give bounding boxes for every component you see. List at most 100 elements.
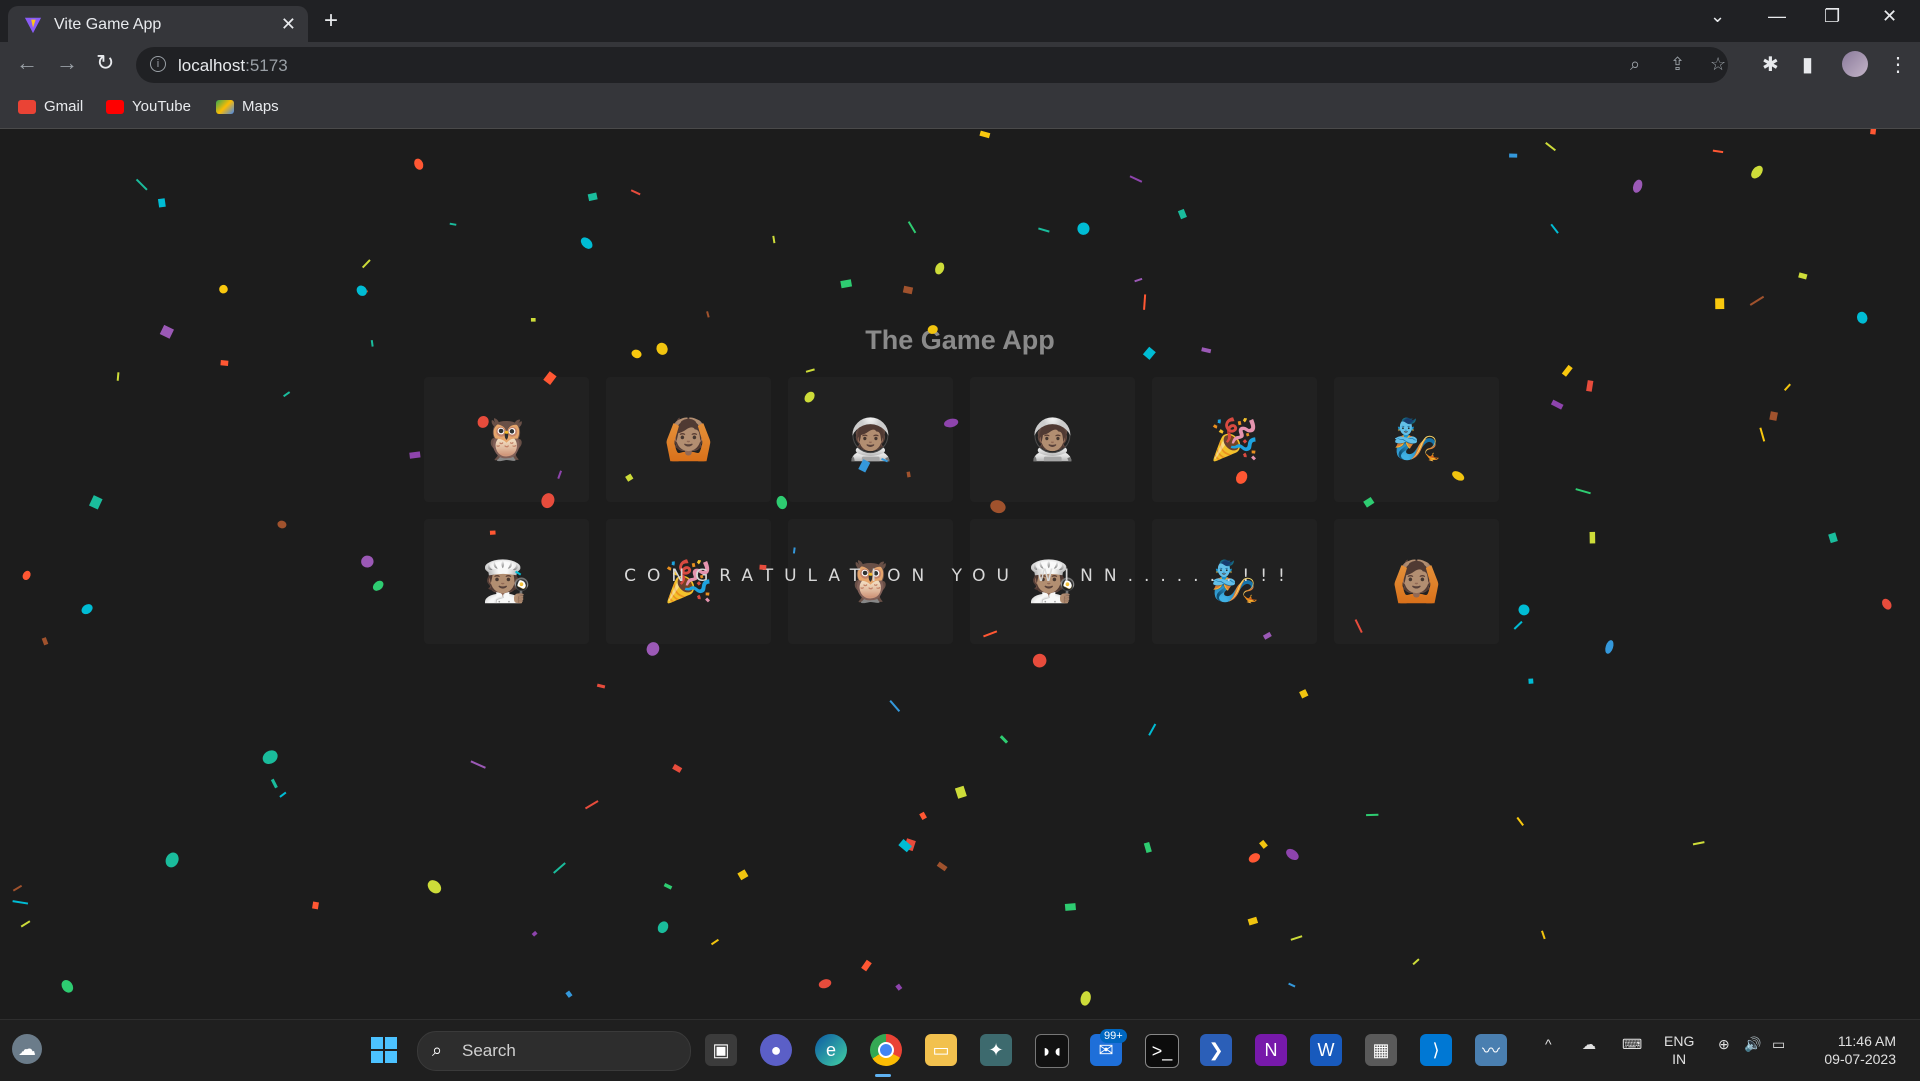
confetti-piece — [356, 285, 367, 296]
menu-kebab-icon[interactable]: ⋮ — [1888, 52, 1908, 77]
volume-icon[interactable]: 🔊 — [1744, 1036, 1761, 1053]
genie-icon: 🧞 — [1391, 418, 1442, 462]
confetti-piece — [61, 980, 74, 993]
confetti-piece — [596, 683, 606, 689]
onedrive-icon[interactable]: ☁ — [1582, 1036, 1596, 1053]
url-text[interactable]: localhost:5173 — [178, 56, 288, 76]
card-owl[interactable]: 🦉 — [424, 377, 589, 502]
site-info-icon[interactable]: i — [150, 56, 166, 72]
address-bar[interactable]: i localhost:5173 ⌕ ⇪ ☆ — [136, 47, 1728, 83]
confetti-piece — [1769, 411, 1778, 421]
maps-icon — [216, 99, 234, 114]
gmail-icon — [18, 99, 36, 114]
confetti-piece — [1715, 298, 1725, 310]
confetti-piece — [1148, 723, 1157, 736]
profile-avatar[interactable] — [1842, 51, 1868, 77]
dolby-icon[interactable]: ◗◖ — [1035, 1034, 1069, 1068]
confetti-piece — [361, 290, 369, 294]
edge-icon[interactable]: e — [815, 1034, 847, 1066]
zoom-icon[interactable]: ⌕ — [1630, 54, 1640, 75]
confetti-piece — [20, 920, 31, 928]
teams-chat-icon[interactable]: ● — [760, 1034, 792, 1066]
person-gesturing-ok-icon: 🙆🏽 — [663, 418, 714, 462]
confetti-piece — [898, 839, 912, 853]
vscode-icon[interactable]: ⟩ — [1420, 1034, 1452, 1066]
restore-button[interactable]: ❐ — [1824, 6, 1840, 27]
card-astronaut[interactable]: 🧑🏽‍🚀 — [970, 377, 1135, 502]
side-panel-icon[interactable]: ▮ — [1802, 52, 1813, 77]
confetti-piece — [1759, 427, 1766, 442]
game-page: The Game App 🦉 🙆🏽 🧑🏽‍🚀 🧑🏽‍🚀 🎉 🧞 🧑🏽‍🍳 🎉 🦉… — [0, 129, 1920, 1019]
keyboard-icon[interactable]: ⌨ — [1622, 1036, 1642, 1053]
confetti-piece — [12, 884, 23, 892]
calculator-icon[interactable]: ▦ — [1365, 1034, 1397, 1066]
confetti-piece — [895, 983, 903, 991]
taskbar-search[interactable]: ⌕ Search — [417, 1031, 691, 1071]
confetti-piece — [312, 901, 319, 910]
confetti-piece — [1550, 399, 1564, 410]
file-explorer-icon[interactable]: ▭ — [925, 1034, 957, 1066]
powershell-icon[interactable]: ❯ — [1200, 1034, 1232, 1066]
bookmark-maps[interactable]: Maps — [216, 98, 279, 115]
confetti-piece — [1561, 364, 1573, 377]
card-person-gesturing-ok[interactable]: 🙆🏽 — [606, 377, 771, 502]
confetti-piece — [1692, 841, 1705, 846]
confetti-piece — [710, 938, 719, 946]
windows-start-icon[interactable] — [368, 1034, 400, 1066]
confetti-piece — [1077, 222, 1090, 235]
confetti-piece — [1129, 175, 1143, 183]
bookmark-gmail[interactable]: Gmail — [18, 98, 83, 115]
extensions-icon[interactable]: ✱ — [1762, 52, 1779, 77]
confetti-piece — [1299, 689, 1309, 699]
confetti-piece — [954, 785, 967, 799]
close-window-button[interactable]: ✕ — [1882, 6, 1897, 27]
tab-vite-game-app[interactable]: Vite Game App ✕ — [8, 6, 308, 42]
chrome-icon[interactable] — [870, 1034, 902, 1066]
clock[interactable]: 11:46 AM 09-07-2023 — [1810, 1032, 1896, 1068]
bookmark-youtube[interactable]: YouTube — [106, 98, 191, 115]
confetti-piece — [1177, 208, 1187, 220]
confetti-piece — [979, 130, 991, 139]
confetti-piece — [1032, 653, 1047, 668]
confetti-piece — [889, 700, 901, 712]
terminal-icon[interactable]: >_ — [1145, 1034, 1179, 1068]
back-icon[interactable]: ← — [16, 50, 38, 76]
confetti-piece — [262, 750, 278, 765]
confetti-piece — [1143, 294, 1147, 310]
language-indicator[interactable]: ENG IN — [1664, 1032, 1694, 1068]
forward-icon[interactable]: → — [56, 50, 78, 76]
onenote-icon[interactable]: N — [1255, 1034, 1287, 1066]
confetti-piece — [41, 637, 49, 646]
confetti-piece — [1783, 383, 1791, 392]
card-party-popper[interactable]: 🎉 — [1152, 377, 1317, 502]
network-icon[interactable]: ⊕ — [1718, 1036, 1730, 1053]
word-icon[interactable]: W — [1310, 1034, 1342, 1066]
confetti-piece — [277, 520, 287, 529]
share-icon[interactable]: ⇪ — [1670, 54, 1685, 75]
confetti-piece — [1259, 839, 1268, 849]
confetti-piece — [1632, 179, 1643, 193]
card-astronaut[interactable]: 🧑🏽‍🚀 — [788, 377, 953, 502]
windows-taskbar: ☁ ⌕ Search ▣ ● e ▭ ✦ ◗◖ ✉ 99+ >_ ❯ N W ▦… — [0, 1019, 1920, 1081]
weather-widget-icon[interactable]: ☁ — [12, 1034, 42, 1064]
confetti-piece — [630, 189, 641, 196]
bookmark-star-icon[interactable]: ☆ — [1710, 54, 1726, 75]
performance-monitor-icon[interactable]: 〰 — [1475, 1034, 1507, 1066]
close-tab-icon[interactable]: ✕ — [281, 14, 296, 35]
card-genie[interactable]: 🧞 — [1334, 377, 1499, 502]
app-icon[interactable]: ✦ — [980, 1034, 1012, 1066]
confetti-piece — [1586, 380, 1594, 392]
confetti-piece — [1290, 935, 1303, 941]
minimize-button[interactable]: — — [1768, 6, 1786, 27]
chevron-up-icon[interactable]: ^ — [1545, 1036, 1552, 1052]
task-view-icon[interactable]: ▣ — [705, 1034, 737, 1066]
confetti-piece — [1550, 223, 1559, 234]
confetti-piece — [1882, 598, 1892, 610]
confetti-piece — [361, 259, 371, 269]
confetti-piece — [805, 368, 815, 373]
tab-search-chevron-icon[interactable]: ⌄ — [1710, 6, 1725, 27]
confetti-piece — [283, 391, 291, 398]
reload-icon[interactable]: ↻ — [96, 50, 114, 76]
new-tab-button[interactable]: + — [324, 8, 338, 34]
battery-icon[interactable]: ▭ — [1772, 1036, 1785, 1053]
